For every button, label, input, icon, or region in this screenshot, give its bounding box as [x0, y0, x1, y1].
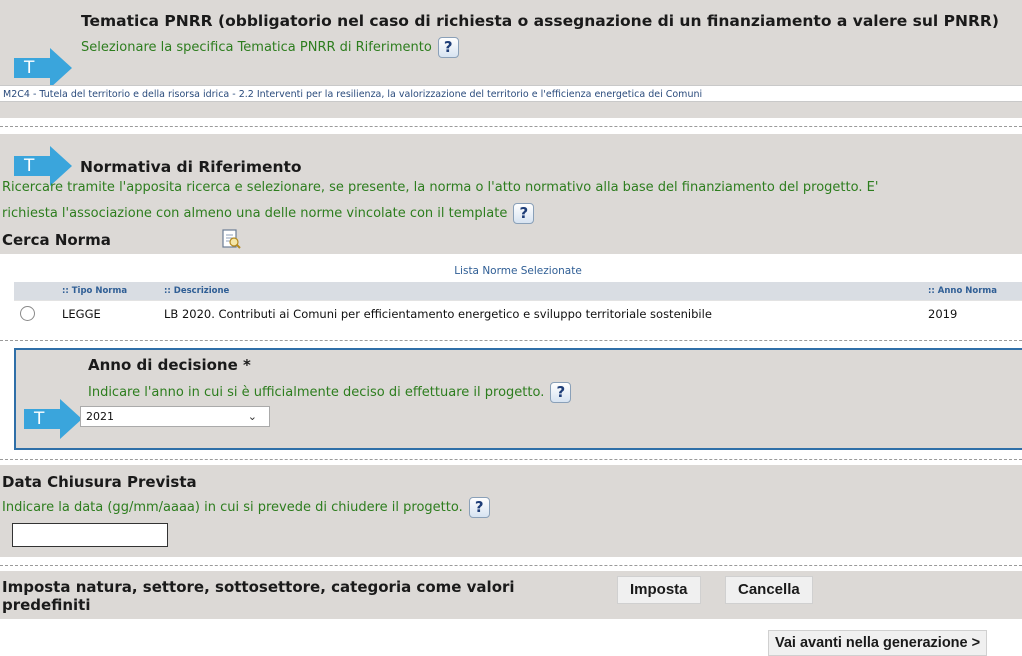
help-icon[interactable]: ?: [437, 37, 459, 58]
help-icon[interactable]: ?: [513, 203, 535, 224]
divider: [0, 340, 1022, 341]
vai-avanti-button[interactable]: Vai avanti nella generazione >: [768, 630, 988, 656]
cell-anno: 2019: [922, 300, 1022, 326]
normativa-hint-line1: Ricercare tramite l'apposita ricerca e s…: [2, 180, 879, 195]
data-chiusura-input[interactable]: [12, 523, 168, 547]
imposta-label: Imposta natura, settore, sottosettore, c…: [2, 578, 515, 614]
column-header-anno[interactable]: :: Anno Norma: [922, 282, 1022, 301]
template-arrow-icon: T: [14, 44, 72, 90]
norme-table: Lista Norme Selezionate :: Tipo Norma ::…: [14, 260, 1022, 326]
anno-title: Anno di decisione *: [88, 356, 251, 374]
normativa-title: Normativa di Riferimento: [80, 158, 302, 176]
pnrr-hint: Selezionare la specifica Tematica PNRR d…: [81, 37, 459, 58]
help-icon[interactable]: ?: [550, 382, 572, 403]
row-select-cell: [14, 300, 56, 326]
normativa-hint-text: richiesta l'associazione con almeno una …: [2, 206, 508, 221]
arrow-letter: T: [24, 58, 35, 78]
chiusura-hint-text: Indicare la data (gg/mm/aaaa) in cui si …: [2, 500, 463, 515]
template-arrow-icon: T: [24, 395, 82, 441]
pnrr-title: Tematica PNRR (obbligatorio nel caso di …: [81, 12, 999, 30]
search-document-icon[interactable]: [220, 228, 242, 254]
chiusura-title: Data Chiusura Prevista: [2, 473, 197, 491]
anno-selected-value: 2021: [86, 410, 114, 423]
arrow-letter: T: [24, 156, 35, 176]
anno-hint: Indicare l'anno in cui si è ufficialment…: [88, 382, 572, 403]
select-column-header: [14, 282, 56, 301]
pnrr-hint-text: Selezionare la specifica Tematica PNRR d…: [81, 40, 432, 55]
imposta-button[interactable]: Imposta: [617, 576, 701, 604]
help-icon[interactable]: ?: [468, 497, 490, 518]
row-radio[interactable]: [20, 306, 35, 321]
anno-hint-text: Indicare l'anno in cui si è ufficialment…: [88, 385, 545, 400]
arrow-letter: T: [34, 409, 45, 429]
imposta-label-line1: Imposta natura, settore, sottosettore, c…: [2, 578, 515, 596]
column-header-tipo[interactable]: :: Tipo Norma: [56, 282, 158, 301]
column-header-descrizione[interactable]: :: Descrizione: [158, 282, 922, 301]
imposta-label-line2: predefiniti: [2, 596, 91, 614]
divider: [0, 126, 1022, 127]
divider: [0, 565, 1022, 566]
divider: [0, 459, 1022, 460]
cell-tipo: LEGGE: [56, 300, 158, 326]
pnrr-selected-value[interactable]: M2C4 - Tutela del territorio e della ris…: [0, 85, 1022, 102]
cancella-button[interactable]: Cancella: [725, 576, 813, 604]
table-row: LEGGE LB 2020. Contributi ai Comuni per …: [14, 300, 1022, 326]
normativa-hint-line2: richiesta l'associazione con almeno una …: [2, 203, 535, 224]
cell-descrizione: LB 2020. Contributi ai Comuni per effici…: [158, 300, 922, 326]
chevron-down-icon: ⌄: [247, 410, 257, 423]
cerca-norma-label: Cerca Norma: [2, 231, 111, 249]
anno-select[interactable]: 2021 ⌄: [80, 406, 270, 427]
chiusura-hint: Indicare la data (gg/mm/aaaa) in cui si …: [2, 497, 490, 518]
norme-table-caption: Lista Norme Selezionate: [14, 260, 1022, 282]
